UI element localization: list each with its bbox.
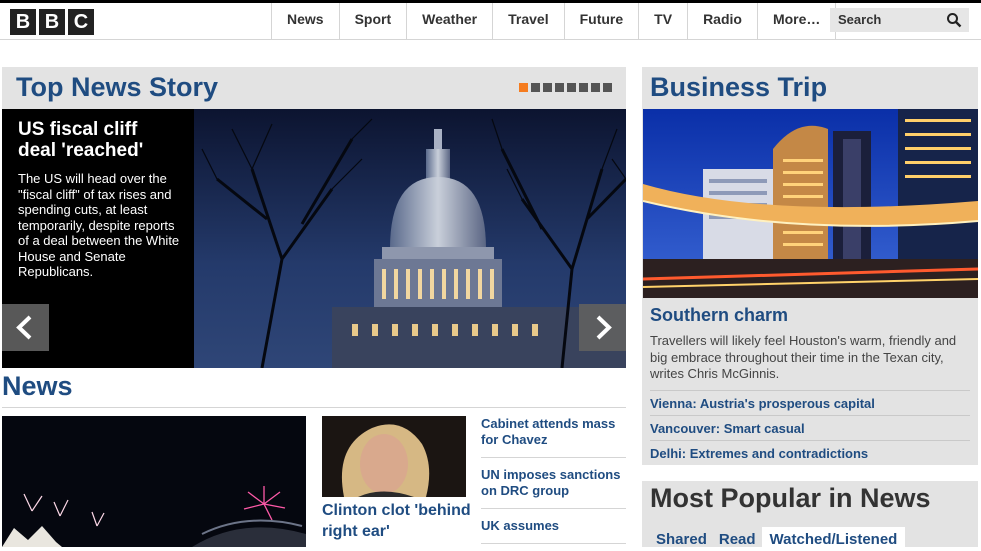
news-section-title[interactable]: News: [2, 371, 73, 402]
carousel-dots: [519, 83, 612, 92]
business-trip-title[interactable]: Business Trip: [650, 72, 827, 103]
carousel-dot[interactable]: [579, 83, 588, 92]
logo-letter: C: [68, 9, 94, 35]
houston-photo[interactable]: [643, 109, 978, 298]
carousel-dot[interactable]: [543, 83, 552, 92]
chevron-right-icon: [596, 315, 612, 340]
news-link[interactable]: UK assumes: [481, 516, 626, 544]
search-icon[interactable]: [946, 12, 962, 28]
nav-tv[interactable]: TV: [638, 3, 687, 40]
logo-letter: B: [10, 9, 36, 35]
top-bar: B B C News Sport Weather Travel Future T…: [0, 0, 981, 40]
search-box[interactable]: Search: [830, 8, 969, 32]
most-popular-title: Most Popular in News: [650, 483, 931, 513]
nav-future[interactable]: Future: [563, 3, 639, 40]
carousel-dot[interactable]: [567, 83, 576, 92]
top-story-summary: The US will head over the "fiscal cliff"…: [18, 171, 180, 279]
fireworks-photo[interactable]: [2, 416, 306, 547]
carousel-dot[interactable]: [531, 83, 540, 92]
business-link[interactable]: Vancouver: Smart casual: [650, 415, 970, 440]
search-label: Search: [838, 12, 882, 27]
top-story-carousel[interactable]: US fiscal cliff deal 'reached' The US wi…: [2, 109, 626, 368]
nav-sport[interactable]: Sport: [338, 3, 407, 40]
top-story-headline[interactable]: US fiscal cliff deal 'reached': [18, 119, 180, 161]
carousel-next-button[interactable]: [579, 304, 626, 351]
carousel-dot[interactable]: [519, 83, 528, 92]
bbc-logo[interactable]: B B C: [10, 9, 94, 35]
chevron-left-icon: [16, 315, 32, 340]
nav-travel[interactable]: Travel: [492, 3, 563, 40]
news-side-links: Cabinet attends mass for Chavez UN impos…: [481, 414, 626, 551]
business-headline[interactable]: Southern charm: [650, 305, 788, 326]
main-nav: News Sport Weather Travel Future TV Radi…: [271, 3, 837, 40]
logo-letter: B: [39, 9, 65, 35]
business-summary: Travellers will likely feel Houston's wa…: [650, 333, 957, 381]
carousel-dot[interactable]: [591, 83, 600, 92]
divider: [2, 407, 626, 408]
carousel-dot[interactable]: [603, 83, 612, 92]
nav-news[interactable]: News: [271, 3, 339, 40]
top-story-title: Top News Story: [16, 72, 219, 102]
carousel-prev-button[interactable]: [2, 304, 49, 351]
business-link[interactable]: Delhi: Extremes and contradictions: [650, 440, 970, 465]
nav-more[interactable]: More…: [756, 3, 837, 40]
clinton-photo[interactable]: [322, 416, 466, 497]
clinton-headline[interactable]: Clinton clot 'behind right ear': [322, 500, 472, 542]
carousel-dot[interactable]: [555, 83, 564, 92]
business-link[interactable]: Vienna: Austria's prosperous capital: [650, 390, 970, 415]
business-links: Vienna: Austria's prosperous capital Van…: [650, 390, 970, 465]
nav-weather[interactable]: Weather: [406, 3, 492, 40]
news-link[interactable]: UN imposes sanctions on DRC group: [481, 465, 626, 509]
nav-radio[interactable]: Radio: [687, 3, 757, 40]
news-link[interactable]: Cabinet attends mass for Chavez: [481, 414, 626, 458]
